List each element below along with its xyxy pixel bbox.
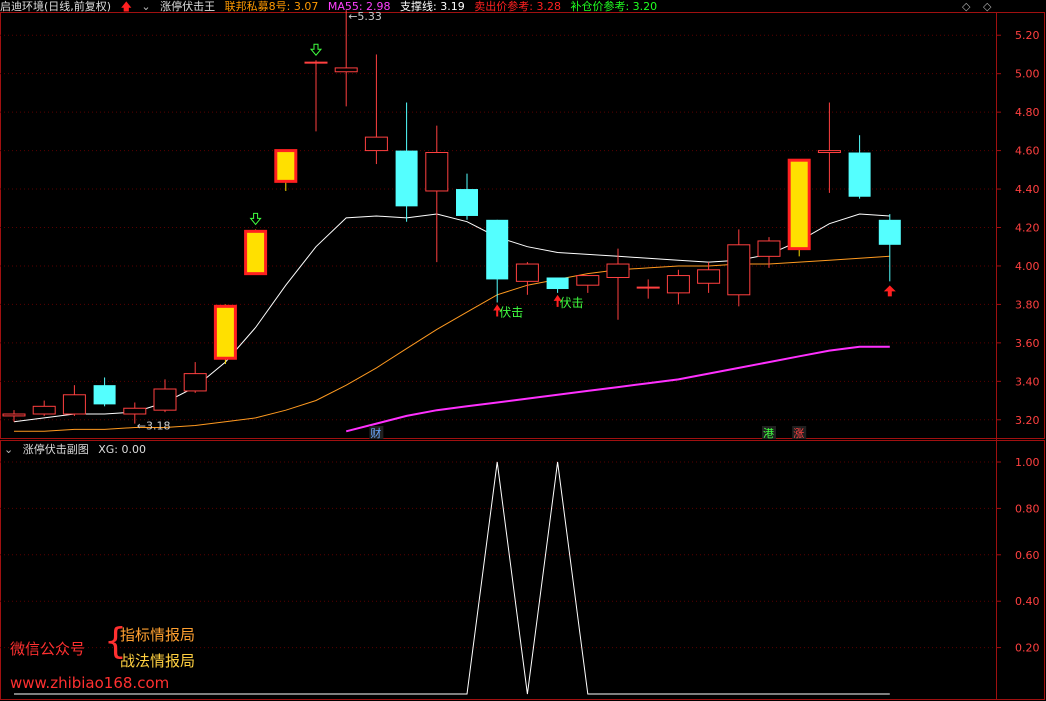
xg-value: XG: 0.00: [98, 443, 146, 456]
kline-chart[interactable]: 3.20 3.40 3.60 3.80 4.00 4.20 4.40 4.60 4.80 5.00…: [0, 0, 1046, 701]
y-tick-label: 0.80: [1015, 502, 1040, 515]
candle-limit-up: [787, 158, 811, 251]
sell-arrow-icon: [249, 212, 262, 226]
candle-limit-up: [244, 229, 268, 276]
watermark-left: 微信公众号: [10, 640, 86, 658]
watermark-url: www.zhibiao168.com: [10, 674, 170, 692]
candle-up: [576, 275, 600, 286]
ambush-label: 伏击: [560, 296, 584, 310]
candle-down: [546, 277, 569, 290]
candle-down: [486, 219, 509, 280]
candle-down: [878, 219, 901, 245]
candle-limit-up: [274, 149, 298, 183]
diamond-icon[interactable]: ◇: [983, 0, 991, 13]
candle-up: [606, 263, 630, 278]
sell-arrow-icon: [309, 43, 323, 57]
chevron-icon[interactable]: ⌄: [141, 0, 150, 13]
red-up-arrow-icon: 🡅: [120, 0, 132, 13]
candle-up: [2, 413, 26, 417]
candle-up: [817, 150, 841, 154]
y-tick-label: 4.00: [1015, 260, 1040, 273]
candle-up: [757, 240, 781, 257]
candle-down: [848, 152, 871, 197]
y-tick-label: 5.20: [1015, 29, 1040, 42]
y-tick-label: 4.40: [1015, 183, 1040, 196]
stock-title[interactable]: 启迪环境(日线,前复权): [0, 0, 111, 13]
ambush-label: 伏击: [499, 305, 523, 319]
candle-up: [364, 136, 388, 152]
y-tick-label: 1.00: [1015, 456, 1040, 469]
y-tick-label: 0.40: [1015, 595, 1040, 608]
candle-up: [666, 275, 690, 294]
candle-up: [334, 67, 358, 73]
y-tick-label: 4.60: [1015, 145, 1040, 158]
y-tick-label: 0.20: [1015, 642, 1040, 655]
price-annotation: ←3.18: [137, 420, 171, 433]
lianbang-line: [14, 255, 890, 432]
y-tick-label: 3.60: [1015, 337, 1040, 350]
candle-up: [636, 286, 660, 289]
header-item-2: 支撑线: 3.19: [400, 0, 465, 13]
watermark-right2: 战法情报局: [120, 652, 196, 670]
candle-up: [153, 388, 177, 411]
candle-limit-up: [213, 304, 237, 360]
header-item-4: 补仓价参考: 3.20: [570, 0, 658, 13]
event-marker: 港: [763, 427, 774, 440]
y-tick-label: 0.60: [1015, 549, 1040, 562]
y-tick-label: 3.20: [1015, 414, 1040, 427]
sub-indicator-name[interactable]: 涨停伏击副图: [23, 443, 89, 456]
diamond-icon[interactable]: ◇: [962, 0, 970, 13]
event-marker: 涨: [793, 427, 804, 440]
y-tick-label: 4.80: [1015, 106, 1040, 119]
header-item-1: MA55: 2.98: [327, 0, 391, 13]
candle-up: [425, 152, 449, 192]
y-tick-label: 3.80: [1015, 298, 1040, 311]
watermark-right1: 指标情报局: [120, 626, 196, 644]
candle-up: [62, 394, 86, 415]
candle-down: [395, 150, 418, 207]
candle-down: [456, 189, 478, 216]
candle-up: [304, 61, 328, 64]
event-marker: 财: [370, 426, 381, 440]
chevron-icon[interactable]: ⌄: [4, 443, 13, 456]
sub-header: ⌄ 涨停伏击副图 XG: 0.00: [4, 441, 152, 457]
buy-arrow-icon: [883, 285, 896, 297]
candle-up: [697, 269, 721, 284]
candle-up: [727, 244, 751, 296]
y-tick-label: 3.40: [1015, 375, 1040, 388]
y-tick-label: 4.20: [1015, 222, 1040, 235]
header-item-0: 联邦私募8号: 3.07: [224, 0, 319, 13]
indicator-name[interactable]: 涨停伏击王: [160, 0, 215, 13]
candle-up: [123, 407, 147, 415]
candle-up: [515, 263, 539, 282]
y-tick-label: 5.00: [1015, 68, 1040, 81]
candle-up: [183, 373, 207, 392]
main-header: 启迪环境(日线,前复权) 🡅 ⌄ 涨停伏击王 联邦私募8号: 3.07 MA55…: [0, 0, 663, 14]
candle-down: [93, 385, 116, 405]
ma55-line: [345, 345, 890, 433]
header-item-3: 卖出价参考: 3.28: [474, 0, 561, 13]
candle-up: [32, 405, 56, 415]
